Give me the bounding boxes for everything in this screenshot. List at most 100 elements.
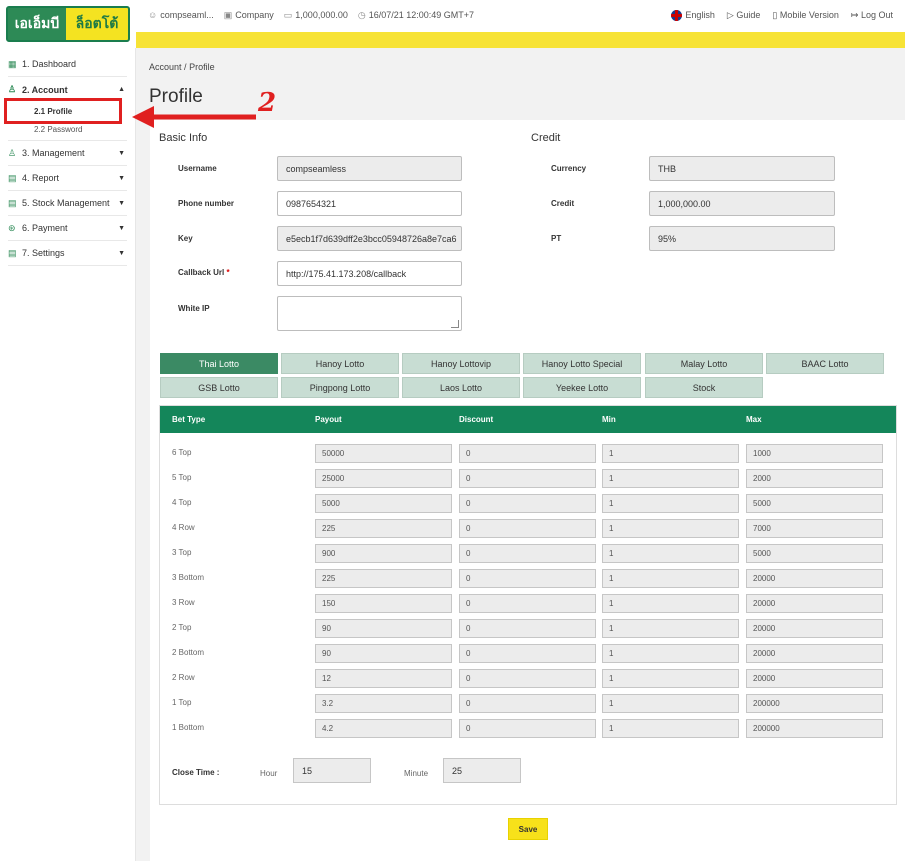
top-info: ☺ compseaml... ▣ Company ▭ 1,000,000.00 ◷ 16…: [148, 10, 474, 21]
payout-input: 90: [315, 619, 452, 638]
bet-type-label: 6 Top: [172, 448, 192, 457]
play-icon: ▷: [726, 10, 734, 20]
breadcrumb-profile: Profile: [189, 62, 215, 72]
guide-link[interactable]: ▷ Guide: [727, 10, 760, 21]
save-button[interactable]: Save: [508, 818, 548, 840]
close-time-label: Close Time :: [172, 768, 220, 777]
credit-title: Credit: [531, 132, 561, 144]
tab-gsb-lotto[interactable]: GSB Lotto: [160, 377, 278, 398]
user-info: ☺ compseaml...: [148, 10, 214, 20]
credit-field: 1,000,000.00: [649, 191, 835, 216]
max-input: 20000: [746, 644, 883, 663]
discount-input: 0: [459, 594, 596, 613]
top-right-menu: English ▷ Guide ▯ Mobile Version ↦ Log O…: [671, 10, 893, 22]
discount-input: 0: [459, 444, 596, 463]
bet-type-label: 3 Row: [172, 598, 195, 607]
header-bet-type: Bet Type: [172, 415, 206, 424]
table-header: Bet Type Payout Discount Min Max: [160, 406, 896, 433]
bet-type-label: 1 Top: [172, 698, 192, 707]
header-discount: Discount: [459, 415, 494, 424]
caret-down-icon: ▼: [118, 250, 125, 257]
minute-input[interactable]: 25: [443, 758, 521, 783]
payout-input: 12: [315, 669, 452, 688]
tab-thai-lotto[interactable]: Thai Lotto: [160, 353, 278, 374]
payout-input: 50000: [315, 444, 452, 463]
min-input: 1: [602, 719, 739, 738]
breadcrumb-account[interactable]: Account: [149, 62, 182, 72]
table-row: 2 Row 12 0 1 20000: [160, 669, 896, 694]
tab-hanoy-lotto-special[interactable]: Hanoy Lotto Special: [523, 353, 641, 374]
profile-card: Basic Info Username compseamless Phone n…: [150, 120, 905, 861]
tab-pingpong-lotto[interactable]: Pingpong Lotto: [281, 377, 399, 398]
sidebar-item-stock-management[interactable]: ▤ 5. Stock Management ▼: [8, 191, 127, 216]
basic-info-title: Basic Info: [159, 132, 208, 144]
discount-input: 0: [459, 669, 596, 688]
white-ip-label: White IP: [178, 304, 210, 313]
sidebar-item-dashboard[interactable]: ▦ 1. Dashboard: [8, 52, 127, 77]
phone-label: Phone number: [178, 199, 235, 208]
header-strip: [136, 32, 905, 48]
table-row: 6 Top 50000 0 1 1000: [160, 444, 896, 469]
tab-baac-lotto[interactable]: BAAC Lotto: [766, 353, 884, 374]
discount-input: 0: [459, 719, 596, 738]
bet-type-label: 3 Top: [172, 548, 192, 557]
white-ip-textarea[interactable]: [277, 296, 462, 331]
discount-input: 0: [459, 644, 596, 663]
money-icon: ▭: [283, 10, 293, 20]
min-input: 1: [602, 469, 739, 488]
close-time-row: Close Time : Hour 15 Minute 25: [160, 758, 896, 788]
logout-link[interactable]: ↦ Log Out: [851, 10, 893, 21]
discount-input: 0: [459, 694, 596, 713]
sidebar-item-management[interactable]: ♙ 3. Management ▼: [8, 141, 127, 166]
tab-laos-lotto[interactable]: Laos Lotto: [402, 377, 520, 398]
phone-field[interactable]: 0987654321: [277, 191, 462, 216]
top-bar: ☺ compseaml... ▣ Company ▭ 1,000,000.00 ◷ 16…: [0, 0, 905, 32]
hour-label: Hour: [260, 769, 278, 778]
annotation-arrow-icon: [132, 106, 256, 128]
sidebar-item-settings[interactable]: ▤ 7. Settings ▼: [8, 241, 127, 266]
bet-table: Bet Type Payout Discount Min Max 6 Top 50…: [159, 405, 897, 805]
sidebar-item-payment[interactable]: ⊛ 6. Payment ▼: [8, 216, 127, 241]
payout-input: 4.2: [315, 719, 452, 738]
hour-input[interactable]: 15: [293, 758, 371, 783]
max-input: 20000: [746, 619, 883, 638]
logo[interactable]: เอเอ็มบี ล็อตโต้: [6, 6, 130, 42]
mobile-version-link[interactable]: ▯ Mobile Version: [772, 10, 839, 21]
bet-type-label: 1 Bottom: [172, 723, 205, 732]
header-payout: Payout: [315, 415, 342, 424]
min-input: 1: [602, 694, 739, 713]
callback-label: Callback Url *: [178, 268, 230, 277]
tab-hanoy-lottovip[interactable]: Hanoy Lottovip: [402, 353, 520, 374]
discount-input: 0: [459, 619, 596, 638]
table-row: 1 Bottom 4.2 0 1 200000: [160, 719, 896, 744]
uk-flag-icon: [671, 10, 683, 22]
balance-info: ▭ 1,000,000.00: [283, 10, 348, 20]
key-field: e5ecb1f7d639dff2e3bcc05948726a8e7ca6: [277, 226, 462, 251]
annotation-highlight-box: [4, 98, 122, 124]
bet-type-label: 2 Row: [172, 673, 195, 682]
max-input: 20000: [746, 669, 883, 688]
sidebar-item-report[interactable]: ▤ 4. Report ▼: [8, 166, 127, 191]
caret-down-icon: ▼: [118, 175, 125, 182]
tab-malay-lotto[interactable]: Malay Lotto: [645, 353, 763, 374]
language-selector[interactable]: English: [671, 10, 715, 22]
max-input: 7000: [746, 519, 883, 538]
header-max: Max: [746, 415, 762, 424]
table-row: 3 Row 150 0 1 20000: [160, 594, 896, 619]
tab-yeekee-lotto[interactable]: Yeekee Lotto: [523, 377, 641, 398]
min-input: 1: [602, 669, 739, 688]
min-input: 1: [602, 569, 739, 588]
table-row: 3 Top 900 0 1 5000: [160, 544, 896, 569]
tab-stock[interactable]: Stock: [645, 377, 763, 398]
min-input: 1: [602, 644, 739, 663]
dashboard-icon: ▦: [8, 58, 17, 69]
payout-input: 90: [315, 644, 452, 663]
tab-hanoy-lotto[interactable]: Hanoy Lotto: [281, 353, 399, 374]
currency-field: THB: [649, 156, 835, 181]
bet-type-label: 4 Top: [172, 498, 192, 507]
table-row: 3 Bottom 225 0 1 20000: [160, 569, 896, 594]
callback-url-field[interactable]: http://175.41.173.208/callback: [277, 261, 462, 286]
discount-input: 0: [459, 569, 596, 588]
bet-type-label: 3 Bottom: [172, 573, 205, 582]
sidebar: ▦ 1. Dashboard ♙ 2. Account ▲ 2.1 Profile 2…: [0, 48, 136, 861]
